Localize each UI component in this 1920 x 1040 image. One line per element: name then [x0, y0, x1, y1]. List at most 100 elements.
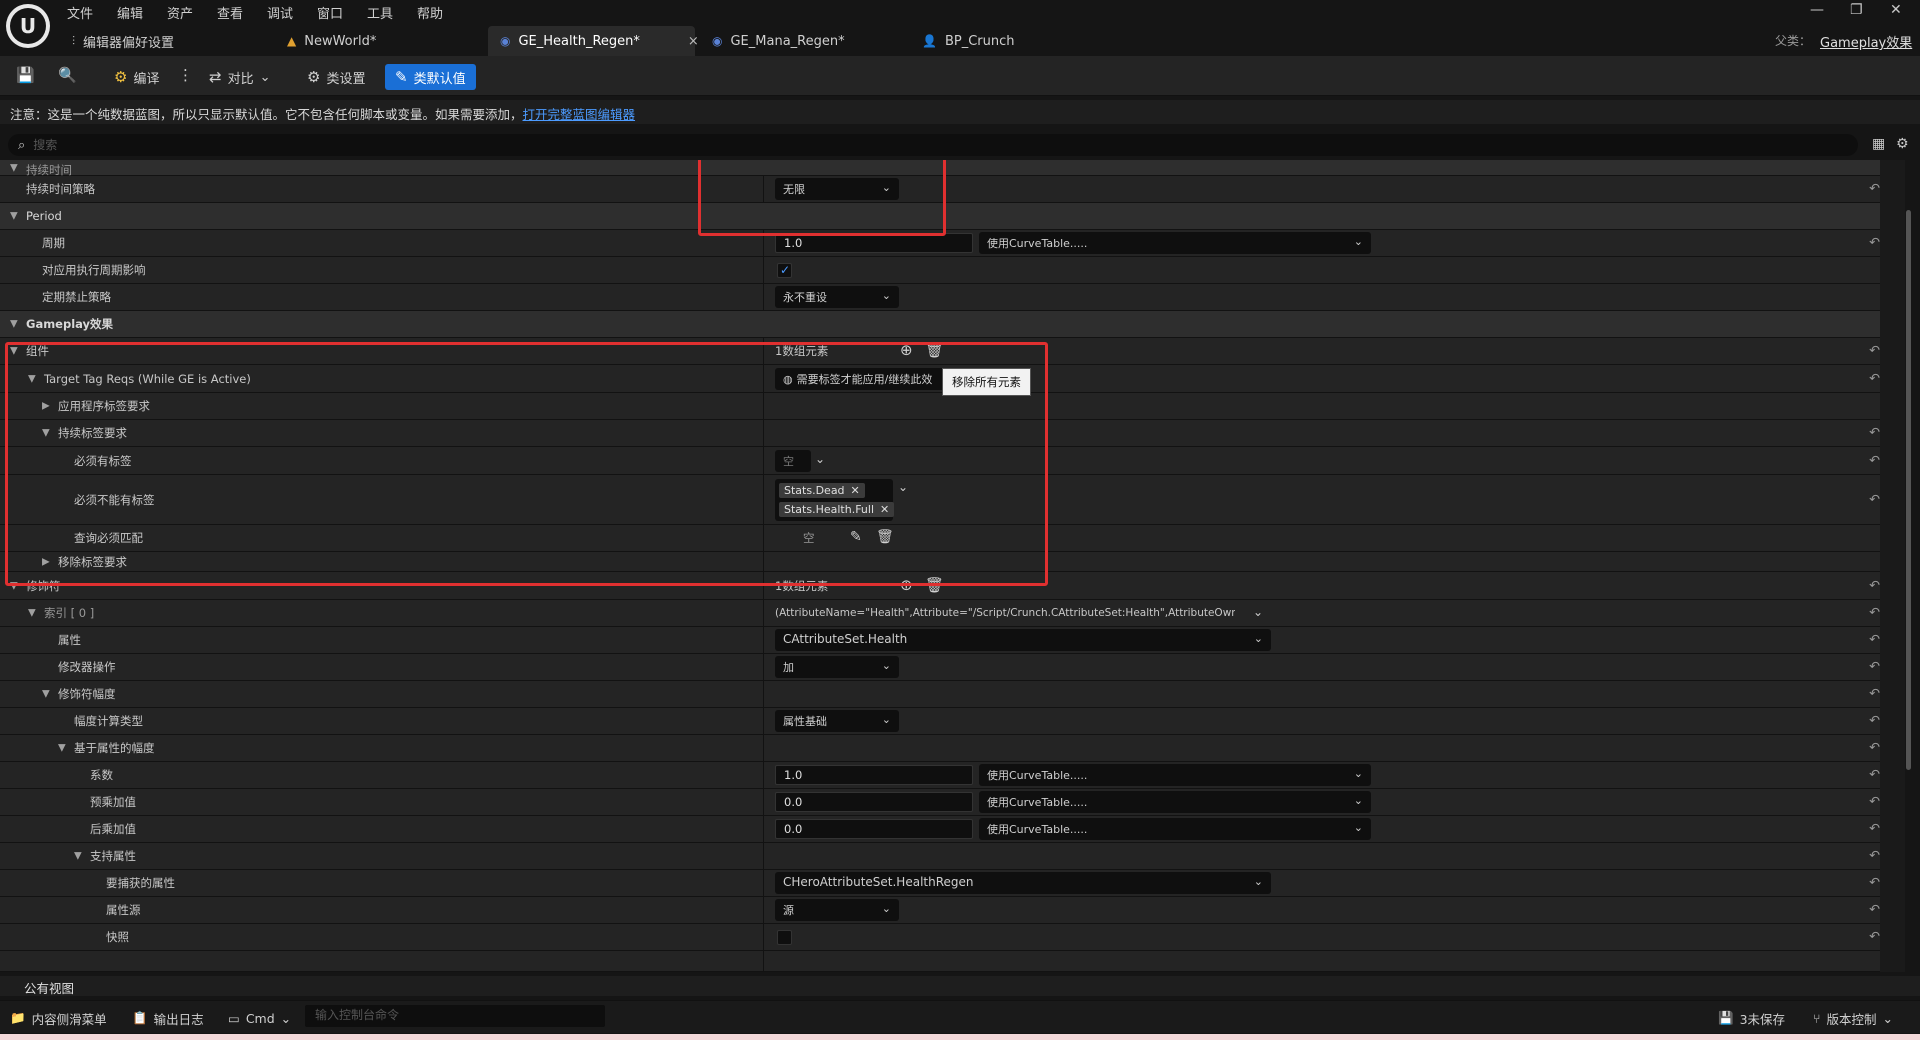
expand-arrow-icon[interactable]: ▼: [10, 346, 18, 357]
reset-icon[interactable]: ↶: [1869, 236, 1880, 251]
unreal-logo-icon[interactable]: U: [6, 4, 50, 48]
expand-arrow-icon[interactable]: ▼: [10, 162, 18, 173]
chevron-down-icon[interactable]: ⌄: [1253, 605, 1263, 619]
public-view-label[interactable]: 公有视图: [24, 981, 74, 996]
reset-icon[interactable]: ↶: [1869, 741, 1880, 756]
window-close-icon[interactable]: ✕: [1890, 2, 1902, 18]
browse-icon[interactable]: 🔍: [58, 66, 77, 84]
menu-help[interactable]: 帮助: [417, 3, 443, 22]
category-gameplay-effect[interactable]: ▼ Gameplay效果: [0, 311, 1880, 338]
menu-file[interactable]: 文件: [67, 3, 93, 22]
menu-tools[interactable]: 工具: [367, 3, 393, 22]
attribute-source-combo[interactable]: 源 ⌄: [775, 899, 899, 921]
settings-gear-icon[interactable]: ⚙: [1896, 136, 1909, 152]
modifier-op-combo[interactable]: 加 ⌄: [775, 656, 899, 678]
require-tags-combo[interactable]: 空: [775, 450, 811, 472]
reset-icon[interactable]: ↶: [1869, 714, 1880, 729]
tab-bp-crunch[interactable]: 👤 BP_Crunch: [910, 26, 1027, 56]
reset-icon[interactable]: ↶: [1869, 633, 1880, 648]
remove-tag-icon[interactable]: ✕: [880, 503, 889, 516]
chevron-down-icon[interactable]: ⌄: [898, 480, 908, 494]
search-input[interactable]: [33, 138, 1690, 152]
coefficient-curve-combo[interactable]: 使用CurveTable..... ⌄: [979, 764, 1371, 786]
class-defaults-button[interactable]: ✎ 类默认值: [385, 64, 476, 90]
coefficient-input[interactable]: 1.0: [775, 765, 973, 785]
console-input[interactable]: [315, 1008, 595, 1022]
attribute-combo[interactable]: CAttributeSet.Health ⌄: [775, 629, 1271, 651]
cmd-button[interactable]: ▭ Cmd ⌄: [228, 1007, 291, 1029]
category-duration[interactable]: ▼ 持续时间: [0, 160, 1880, 177]
tag-chip[interactable]: Stats.Dead ✕: [779, 483, 865, 498]
post-multiply-input[interactable]: 0.0: [775, 819, 973, 839]
class-settings-button[interactable]: ⚙ 类设置: [303, 64, 369, 90]
reset-icon[interactable]: ↶: [1869, 903, 1880, 918]
content-drawer-button[interactable]: 📁 内容侧滑菜单: [10, 1007, 107, 1029]
add-element-icon[interactable]: ⊕: [900, 341, 913, 359]
reset-icon[interactable]: ↶: [1869, 426, 1880, 441]
reset-icon[interactable]: ↶: [1869, 687, 1880, 702]
expand-arrow-icon[interactable]: ▼: [74, 851, 82, 862]
minimize-icon[interactable]: —: [1810, 2, 1824, 18]
reset-icon[interactable]: ↶: [1869, 822, 1880, 837]
expand-arrow-icon[interactable]: ▼: [42, 428, 50, 439]
close-icon[interactable]: ×: [688, 34, 699, 49]
execute-periodic-checkbox[interactable]: [777, 263, 792, 278]
period-value-input[interactable]: 1.0: [775, 233, 973, 253]
category-period[interactable]: ▼ Period: [0, 203, 1880, 230]
diff-button[interactable]: ⇄ 对比 ⌄: [205, 64, 275, 90]
expand-arrow-icon[interactable]: ▶: [42, 556, 50, 567]
expand-arrow-icon[interactable]: ▶: [42, 401, 50, 412]
unsaved-button[interactable]: 💾 3未保存: [1718, 1007, 1785, 1029]
reset-icon[interactable]: ↶: [1869, 876, 1880, 891]
menu-asset[interactable]: 资产: [167, 3, 193, 22]
tab-newworld[interactable]: ▲ NewWorld*: [275, 26, 388, 56]
parent-class-link[interactable]: Gameplay效果: [1820, 32, 1912, 51]
reset-icon[interactable]: ↶: [1869, 606, 1880, 621]
reset-icon[interactable]: ↶: [1869, 492, 1880, 507]
capture-attribute-combo[interactable]: CHeroAttributeSet.HealthRegen ⌄: [775, 872, 1271, 894]
chevron-down-icon[interactable]: ⌄: [815, 452, 825, 466]
menu-edit[interactable]: 编辑: [117, 3, 143, 22]
vertical-scrollbar[interactable]: [1906, 210, 1911, 770]
reset-icon[interactable]: ↶: [1869, 453, 1880, 468]
reset-icon[interactable]: ↶: [1869, 768, 1880, 783]
reset-icon[interactable]: ↶: [1869, 182, 1880, 197]
remove-tag-icon[interactable]: ✕: [851, 484, 860, 497]
reset-icon[interactable]: ↶: [1869, 849, 1880, 864]
tab-ge-health-regen[interactable]: ◉ GE_Health_Regen* ×: [488, 26, 699, 56]
expand-arrow-icon[interactable]: ▼: [42, 689, 50, 700]
periodic-inhibition-combo[interactable]: 永不重设 ⌄: [775, 286, 899, 308]
expand-arrow-icon[interactable]: ▼: [10, 319, 18, 330]
post-multiply-curve-combo[interactable]: 使用CurveTable..... ⌄: [979, 818, 1371, 840]
restore-icon[interactable]: ❐: [1850, 2, 1863, 18]
menu-view[interactable]: 查看: [217, 3, 243, 22]
add-element-icon[interactable]: ⊕: [900, 576, 913, 594]
compile-button[interactable]: ⚙ 编译: [110, 64, 163, 90]
reset-icon[interactable]: ↶: [1869, 930, 1880, 945]
reset-icon[interactable]: ↶: [1869, 660, 1880, 675]
reset-icon[interactable]: ↶: [1869, 578, 1880, 593]
tab-editor-preferences[interactable]: ⫶ 编辑器偏好设置: [60, 26, 186, 56]
open-full-editor-link[interactable]: 打开完整蓝图编辑器: [523, 107, 636, 122]
reset-icon[interactable]: ↶: [1869, 795, 1880, 810]
source-control-button[interactable]: ⑂ 版本控制 ⌄: [1813, 1007, 1893, 1029]
trash-icon[interactable]: 🗑: [925, 341, 944, 359]
expand-arrow-icon[interactable]: ▼: [10, 211, 18, 222]
expand-arrow-icon[interactable]: ▼: [28, 373, 36, 384]
pre-multiply-curve-combo[interactable]: 使用CurveTable..... ⌄: [979, 791, 1371, 813]
save-icon[interactable]: 💾: [16, 66, 35, 84]
grid-view-icon[interactable]: ▦: [1872, 136, 1885, 152]
trash-icon[interactable]: 🗑: [925, 576, 944, 594]
reset-icon[interactable]: ↶: [1869, 371, 1880, 386]
tab-ge-mana-regen[interactable]: ◉ GE_Mana_Regen*: [700, 26, 857, 56]
menu-debug[interactable]: 调试: [267, 3, 293, 22]
more-options-icon[interactable]: ⋮: [178, 66, 193, 84]
tag-chip[interactable]: Stats.Health.Full ✕: [779, 502, 895, 517]
snapshot-checkbox[interactable]: [777, 930, 792, 945]
menu-window[interactable]: 窗口: [317, 3, 343, 22]
pre-multiply-input[interactable]: 0.0: [775, 792, 973, 812]
magnitude-calc-combo[interactable]: 属性基础 ⌄: [775, 710, 899, 732]
pencil-icon[interactable]: ✎: [850, 529, 862, 545]
expand-arrow-icon[interactable]: ▼: [28, 608, 36, 619]
trash-icon[interactable]: 🗑: [876, 529, 894, 545]
